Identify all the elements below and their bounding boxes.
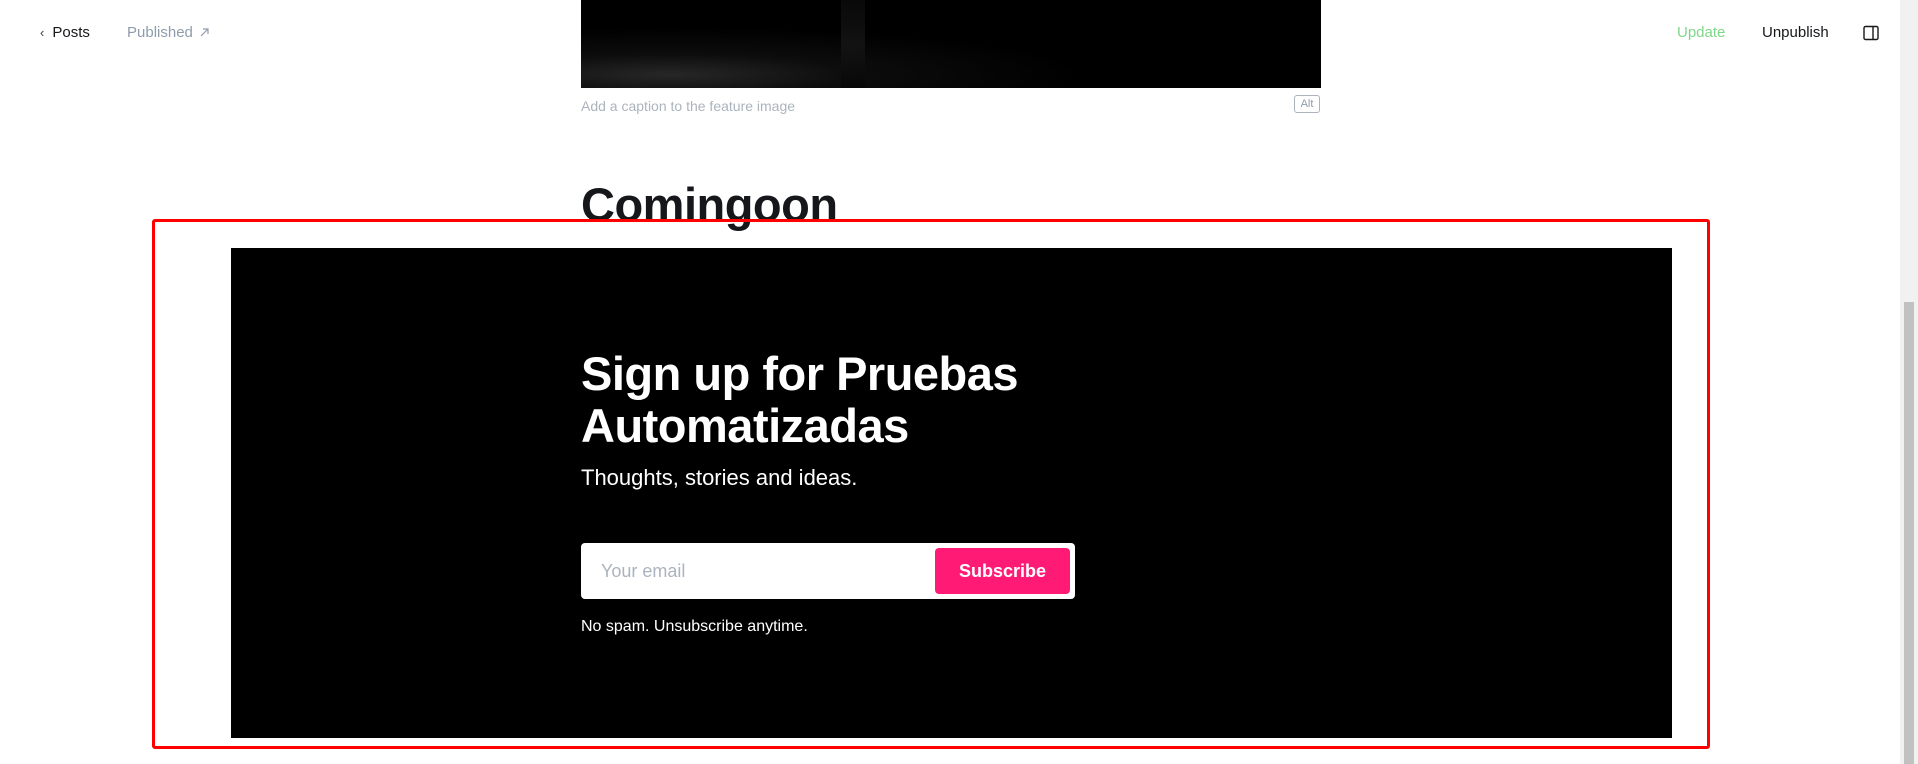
update-button[interactable]: Update <box>1677 24 1725 41</box>
signup-form: Subscribe <box>581 543 1075 599</box>
post-status[interactable]: Published <box>127 24 210 41</box>
back-to-posts-link[interactable]: ‹ Posts <box>40 24 90 41</box>
status-label: Published <box>127 24 193 41</box>
back-label: Posts <box>52 24 90 41</box>
signup-heading: Sign up for Pruebas Automatizadas <box>581 347 1019 452</box>
signup-note: No spam. Unsubscribe anytime. <box>581 618 808 635</box>
signup-description: Thoughts, stories and ideas. <box>581 465 858 490</box>
sidebar-toggle-icon[interactable] <box>1863 25 1879 41</box>
external-arrow-icon <box>200 28 209 37</box>
subscribe-button[interactable]: Subscribe <box>935 548 1070 594</box>
email-input[interactable] <box>601 543 931 599</box>
alt-text-button[interactable]: Alt <box>1294 95 1320 113</box>
scrollbar-thumb[interactable] <box>1904 302 1914 764</box>
signup-card[interactable]: Sign up for Pruebas Automatizadas Though… <box>231 248 1672 738</box>
feature-image-caption[interactable]: Add a caption to the feature image <box>581 98 795 114</box>
unpublish-button[interactable]: Unpublish <box>1762 24 1829 41</box>
post-title[interactable]: Comingoon <box>581 178 838 232</box>
chevron-left-icon: ‹ <box>40 25 45 40</box>
editor-page: ‹ Posts Published Update Unpublish Add a… <box>0 0 1918 764</box>
editor-topbar: ‹ Posts Published Update Unpublish <box>0 0 1900 68</box>
